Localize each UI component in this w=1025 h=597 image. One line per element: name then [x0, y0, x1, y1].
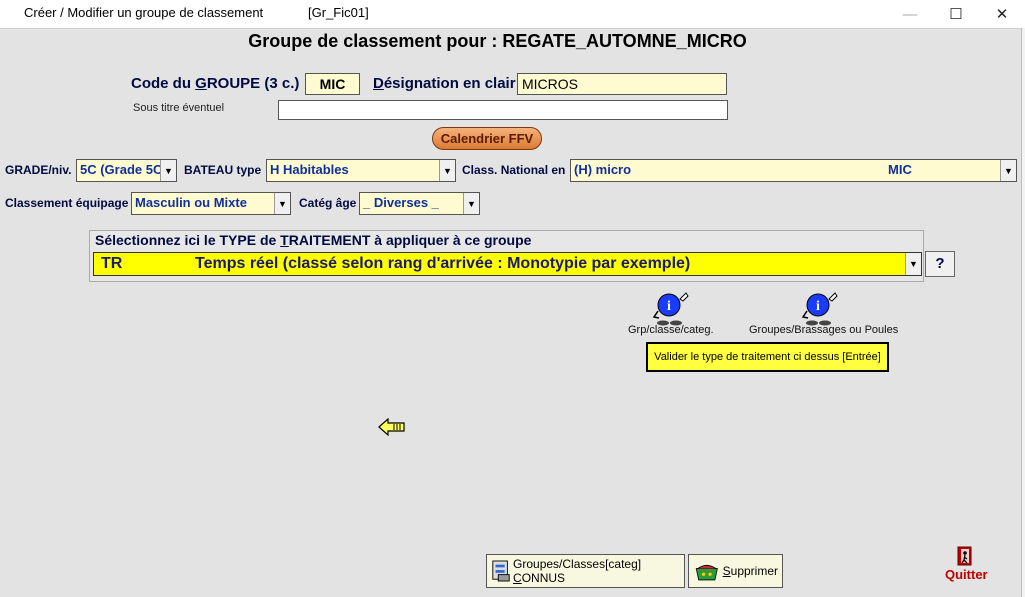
sous-titre-label: Sous titre éventuel — [133, 102, 225, 114]
chevron-down-icon[interactable]: ▼ — [274, 193, 290, 214]
groupes-connus-button[interactable]: Groupes/Classes[categ] CONNUS — [486, 554, 685, 588]
bateau-label: BATEAU type — [184, 163, 262, 177]
grade-value: 5C (Grade 5C — [80, 162, 163, 177]
chevron-down-icon[interactable]: ▼ — [1000, 160, 1016, 181]
quitter-button[interactable]: Quitter — [945, 567, 988, 582]
designation-label: Désignation en clair — [373, 75, 516, 92]
class-national-value: (H) micro — [574, 162, 632, 177]
window-title: Créer / Modifier un groupe de classement — [24, 5, 264, 20]
grade-select[interactable]: 5C (Grade 5C ▼ — [76, 159, 177, 182]
categ-age-label: Catég âge — [299, 196, 357, 210]
svg-text:i: i — [667, 299, 671, 314]
info-brassages-label: Groupes/Brassages ou Poules — [749, 324, 899, 336]
info-grp-classe-label: Grp/classe/categ. — [628, 324, 714, 336]
traitement-title: Sélectionnez ici le TYPE de TRAITEMENT à… — [95, 232, 532, 248]
calendrier-ffv-button[interactable]: Calendrier FFV — [432, 127, 542, 150]
trash-icon — [695, 564, 718, 581]
chevron-down-icon[interactable]: ▼ — [463, 193, 479, 214]
traitement-code: TR — [101, 255, 123, 272]
bateau-select[interactable]: H Habitables ▼ — [266, 159, 456, 182]
chevron-down-icon[interactable]: ▼ — [160, 160, 176, 181]
classement-equipage-label: Classement équipage — [5, 196, 129, 210]
supprimer-button[interactable]: Supprimer — [688, 554, 783, 588]
supprimer-label: Supprimer — [722, 564, 778, 578]
categ-age-value: _ Diverses _ — [363, 195, 439, 210]
class-national-code: MIC — [888, 162, 912, 177]
maximize-button[interactable]: ☐ — [933, 0, 979, 28]
traitement-value: Temps réel (classé selon rang d'arrivée … — [195, 255, 691, 272]
classement-equipage-value: Masculin ou Mixte — [135, 195, 247, 210]
classement-equipage-select[interactable]: Masculin ou Mixte ▼ — [131, 192, 291, 215]
database-icon — [492, 560, 510, 582]
bateau-value: H Habitables — [270, 162, 349, 177]
scrollbar-edge — [1021, 28, 1025, 597]
chevron-down-icon[interactable]: ▼ — [905, 253, 921, 275]
class-national-label: Class. National en — [462, 163, 566, 177]
close-button[interactable]: ✕ — [979, 0, 1025, 28]
form-code: [Gr_Fic01] — [308, 5, 369, 20]
code-groupe-label: Code du GROUPE (3 c.) — [131, 75, 300, 92]
designation-field[interactable]: MICROS — [517, 73, 727, 95]
arrow-left-icon — [378, 417, 406, 441]
class-national-select[interactable]: (H) micro MIC ▼ — [570, 159, 1017, 182]
minimize-button[interactable]: — — [887, 0, 933, 28]
help-button[interactable]: ? — [925, 251, 955, 277]
svg-text:i: i — [816, 299, 820, 314]
grade-label: GRADE/niv. — [5, 163, 72, 177]
code-groupe-field[interactable]: MIC — [305, 73, 360, 95]
page-title: Groupe de classement pour : REGATE_AUTOM… — [248, 31, 747, 51]
groupes-connus-label: Groupes/Classes[categ] CONNUS — [513, 557, 642, 585]
chevron-down-icon[interactable]: ▼ — [439, 160, 455, 181]
traitement-select[interactable]: TR Temps réel (classé selon rang d'arriv… — [93, 252, 922, 276]
valider-traitement-button[interactable]: Valider le type de traitement ci dessus … — [646, 342, 889, 372]
sous-titre-field[interactable] — [278, 100, 728, 120]
categ-age-select[interactable]: _ Diverses _ ▼ — [359, 192, 480, 215]
